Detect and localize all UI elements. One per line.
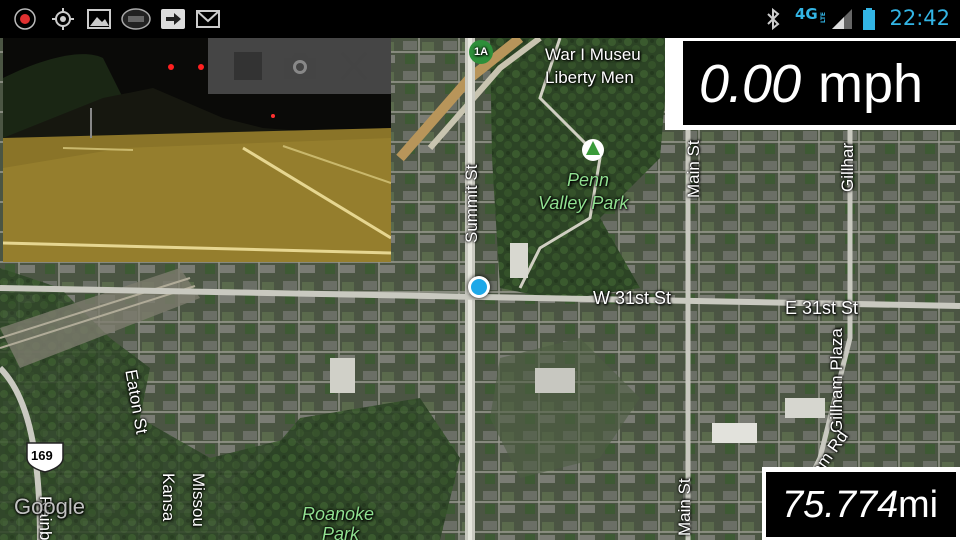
route-1a-label: 1A	[474, 46, 489, 58]
label-roanoke-park: Park	[322, 524, 360, 540]
route-169-label: 169	[31, 448, 53, 463]
label-valley-park: Valley Park	[538, 193, 629, 213]
label-w-31st-st: W 31st St	[593, 288, 672, 308]
camera-icon[interactable]	[280, 48, 320, 84]
label-main-st-top: Main St	[684, 140, 703, 198]
distance-value: 75.774	[782, 484, 899, 526]
gmail-icon[interactable]	[195, 7, 221, 31]
record-icon[interactable]	[12, 7, 38, 31]
speed-unit: mph	[818, 54, 924, 114]
distance-display: 75.774 mi	[766, 472, 956, 537]
camera-controls	[208, 38, 391, 94]
label-museum-line1: War I Museu	[545, 45, 641, 64]
label-missouri: Missou	[189, 473, 208, 527]
distance-panel: 75.774 mi	[762, 467, 960, 540]
label-gillham-top: Gillhar	[838, 142, 857, 192]
clock: 22:42	[889, 6, 950, 30]
stop-icon[interactable]	[228, 48, 268, 84]
camera-preview[interactable]	[3, 38, 391, 262]
bluetooth-icon	[767, 7, 780, 31]
label-penn: Penn	[567, 170, 610, 190]
gallery-icon[interactable]	[86, 7, 112, 31]
current-location-marker	[468, 276, 490, 298]
label-kansas: Kansa	[159, 473, 178, 522]
google-logo: Google	[14, 494, 85, 519]
close-icon[interactable]	[334, 48, 374, 84]
status-bar: 4G LTE 22:42	[0, 0, 960, 38]
label-e-31st-st: E 31st St	[785, 298, 859, 318]
speed-display: 0.00 mph	[683, 41, 956, 125]
label-gillham-plaza: Gillham Plaza	[827, 328, 846, 433]
distance-unit: mi	[898, 484, 939, 526]
speedometer-icon[interactable]	[120, 7, 152, 31]
label-summit-st: Summit St	[462, 164, 481, 243]
speed-value: 0.00	[699, 54, 801, 114]
label-main-st-bottom: Main St	[675, 478, 694, 536]
export-icon[interactable]	[160, 7, 186, 31]
speed-panel: 0.00 mph	[665, 38, 960, 130]
label-museum-line2: Liberty Men	[545, 68, 634, 87]
signal-icon	[832, 9, 852, 29]
label-roanoke: Roanoke	[302, 504, 375, 524]
battery-icon	[863, 8, 875, 30]
network-type: 4G LTE	[795, 5, 827, 24]
gps-icon[interactable]	[50, 7, 76, 31]
